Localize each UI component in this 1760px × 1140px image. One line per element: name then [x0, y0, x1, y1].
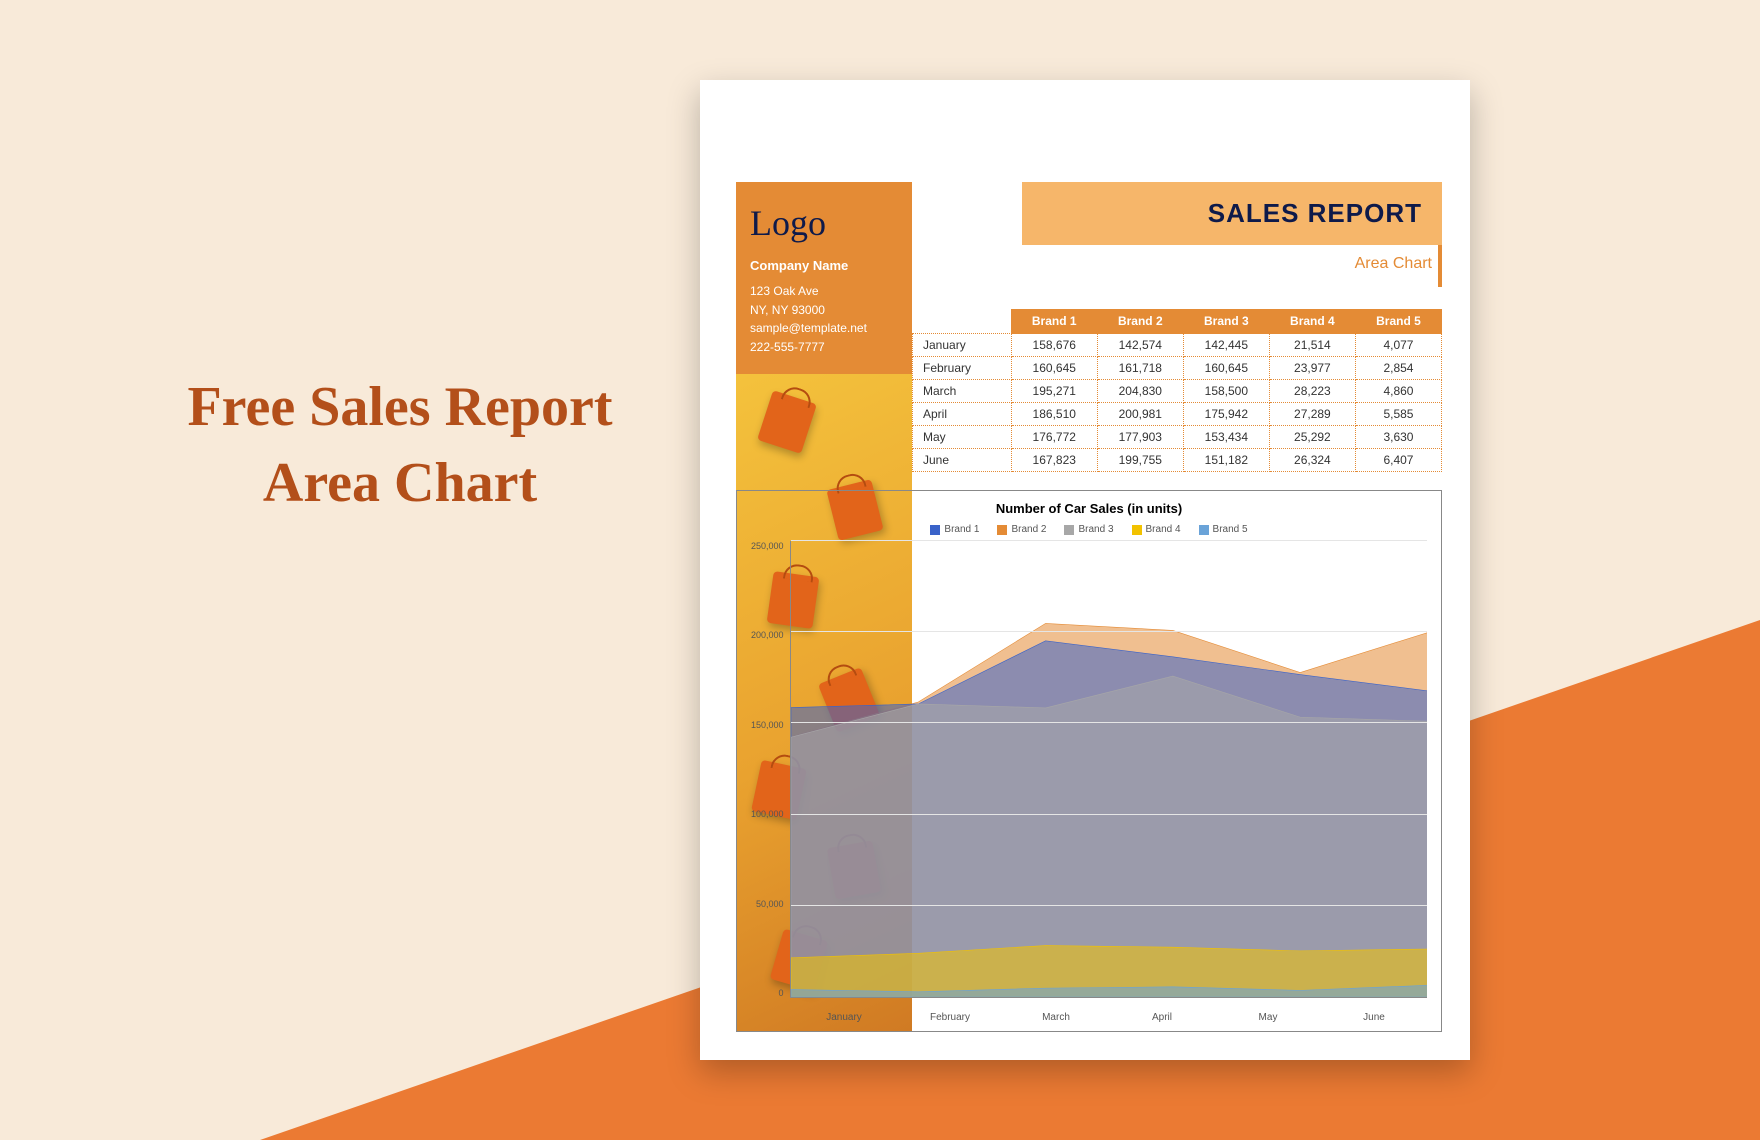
report-title: SALES REPORT: [1022, 182, 1442, 245]
report-subtitle: Area Chart: [912, 245, 1442, 287]
table-row: March195,271204,830158,50028,2234,860: [913, 380, 1442, 403]
chart-plot: [790, 541, 1427, 998]
chart-xaxis: JanuaryFebruaryMarchAprilMayJune: [751, 1012, 1427, 1023]
table-row: June167,823199,755151,18226,3246,407: [913, 449, 1442, 472]
chart-legend: Brand 1 Brand 2 Brand 3 Brand 4 Brand 5: [751, 524, 1427, 535]
company-address1: 123 Oak Ave: [750, 282, 898, 301]
legend-item: Brand 1: [930, 524, 979, 535]
table-header: Brand 5: [1355, 309, 1441, 334]
main-column: SALES REPORT Area Chart Brand 1Brand 2Br…: [912, 182, 1442, 1032]
company-phone: 222-555-7777: [750, 338, 898, 357]
legend-item: Brand 2: [997, 524, 1046, 535]
document-page: Logo Company Name 123 Oak Ave NY, NY 930…: [700, 80, 1470, 1060]
promo-heading-line2: Area Chart: [263, 452, 537, 514]
sales-table: Brand 1Brand 2Brand 3Brand 4Brand 5 Janu…: [912, 309, 1442, 472]
company-block: Logo Company Name 123 Oak Ave NY, NY 930…: [736, 182, 912, 374]
table-header: Brand 1: [1011, 309, 1097, 334]
company-name: Company Name: [750, 256, 898, 276]
table-header: Brand 3: [1183, 309, 1269, 334]
table-header: Brand 4: [1269, 309, 1355, 334]
company-address2: NY, NY 93000: [750, 301, 898, 320]
chart-panel: Number of Car Sales (in units) Brand 1Br…: [736, 490, 1442, 1032]
promo-heading-line1: Free Sales Report: [187, 376, 612, 438]
promo-heading: Free Sales Report Area Chart: [130, 370, 670, 521]
table-row: May176,772177,903153,43425,2923,630: [913, 426, 1442, 449]
table-row: January158,676142,574142,44521,5144,077: [913, 334, 1442, 357]
legend-item: Brand 4: [1132, 524, 1181, 535]
table-header: Brand 2: [1097, 309, 1183, 334]
legend-item: Brand 3: [1064, 524, 1113, 535]
chart-title: Number of Car Sales (in units): [751, 501, 1427, 516]
table-header: [913, 309, 1012, 334]
chart-yaxis: 250,000200,000150,000100,00050,0000: [751, 541, 790, 1012]
logo: Logo: [750, 196, 898, 252]
table-row: April186,510200,981175,94227,2895,585: [913, 403, 1442, 426]
company-email: sample@template.net: [750, 319, 898, 338]
table-row: February160,645161,718160,64523,9772,854: [913, 357, 1442, 380]
legend-item: Brand 5: [1199, 524, 1248, 535]
